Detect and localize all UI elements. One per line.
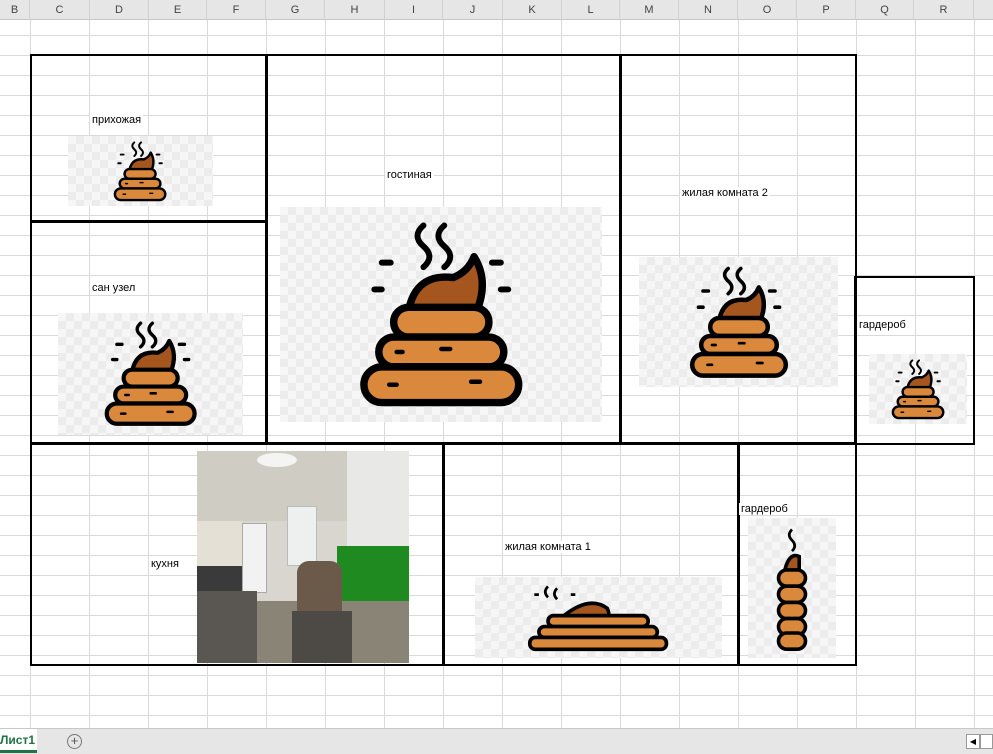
label-hallway: прихожая	[90, 114, 144, 126]
column-header-K[interactable]: K	[503, 0, 562, 20]
poop-icon	[689, 266, 788, 378]
poop-icon	[891, 358, 945, 419]
poop-icon	[776, 528, 808, 651]
column-header-B[interactable]: B	[0, 0, 30, 20]
poop-icon	[114, 140, 167, 201]
scroll-left-icon[interactable]: ◀	[966, 734, 980, 749]
label-bedroom2: жилая комната 2	[680, 187, 770, 199]
horizontal-scrollbar[interactable]	[980, 734, 993, 749]
poop-icon	[528, 585, 669, 652]
column-header-G[interactable]: G	[266, 0, 325, 20]
poop-image-living[interactable]	[280, 207, 602, 422]
column-header-I[interactable]: I	[385, 0, 443, 20]
poop-image-wardrobe1[interactable]	[869, 354, 967, 424]
column-header-E[interactable]: E	[149, 0, 207, 20]
column-header-L[interactable]: L	[562, 0, 620, 20]
sheet-tab-1[interactable]: Лист1	[0, 729, 37, 753]
poop-icon	[104, 321, 197, 426]
column-header-J[interactable]: J	[443, 0, 503, 20]
label-bathroom: сан узел	[90, 282, 138, 294]
column-header-O[interactable]: O	[738, 0, 797, 20]
column-header-F[interactable]: F	[207, 0, 266, 20]
plus-circle-icon[interactable]: +	[67, 734, 82, 749]
label-wardrobe1: гардероб	[857, 319, 908, 331]
poop-image-bedroom1[interactable]	[475, 577, 722, 658]
column-header-Q[interactable]: Q	[856, 0, 914, 20]
column-header-M[interactable]: M	[620, 0, 679, 20]
label-living: гостиная	[385, 169, 434, 181]
sheet-tab-bar: Лист1 + ◀	[0, 728, 993, 754]
column-header-D[interactable]: D	[90, 0, 149, 20]
label-wardrobe2: гардероб	[739, 503, 790, 515]
label-kitchen: кухня	[149, 558, 181, 570]
column-header-N[interactable]: N	[679, 0, 738, 20]
poop-image-wardrobe2[interactable]	[748, 518, 836, 658]
poop-image-bathroom[interactable]	[58, 313, 243, 435]
kitchen-photo[interactable]	[197, 451, 409, 663]
column-header-C[interactable]: C	[30, 0, 90, 20]
column-header-P[interactable]: P	[797, 0, 856, 20]
column-header-R[interactable]: R	[914, 0, 974, 20]
column-header-bar: BCDEFGHIJKLMNOPQR	[0, 0, 993, 20]
poop-image-bedroom2[interactable]	[639, 257, 838, 387]
column-header-H[interactable]: H	[325, 0, 385, 20]
poop-icon	[359, 222, 523, 407]
label-bedroom1: жилая комната 1	[503, 541, 593, 553]
poop-image-hallway[interactable]	[68, 136, 213, 206]
